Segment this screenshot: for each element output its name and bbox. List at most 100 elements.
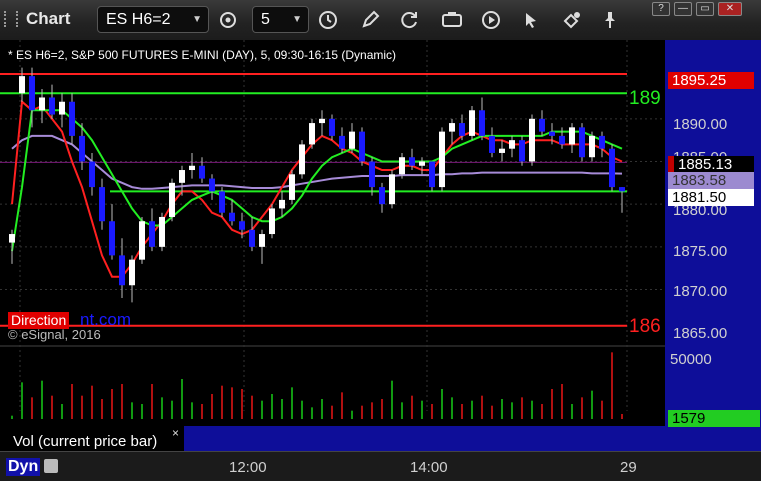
volume-bar [181,379,183,419]
volume-bar [221,385,223,419]
candle-body [469,110,475,136]
volume-bar [321,399,323,419]
candle-body [529,118,535,162]
time-tick-1400: 14:00 [410,459,448,476]
volume-bar [391,380,393,419]
candle-body [269,208,275,235]
window-title: Chart [26,9,71,28]
volume-bar [501,399,503,419]
symbol-input[interactable]: ES H6=2 ▼ [97,6,209,33]
candle-body [319,118,325,124]
time-tick-29: 29 [620,459,637,476]
candle-body [9,234,15,243]
interval-settings-icon[interactable] [216,8,240,32]
volume-bar [111,389,113,419]
volume-legend-label: Vol (current price bar) [13,433,158,450]
candle-body [539,118,545,132]
candle-body [79,135,85,162]
candle-body [169,182,175,217]
volume-bar [541,404,543,419]
interval-input[interactable]: 5 ▼ [252,6,309,33]
candle-body [199,165,205,179]
candle-body [479,110,485,136]
settings-icon[interactable] [44,459,58,473]
link-icon[interactable] [560,8,584,32]
candle-body [239,221,245,230]
volume-bar [41,380,43,419]
price-flag-red-top: 1895.25 [668,72,754,89]
volume-bar [481,395,483,419]
candle-body [369,161,375,188]
candle-body [229,212,235,222]
price-flag-red-mid: 1885.13 [668,156,754,173]
minimize-button[interactable]: — [674,2,692,16]
symbol-value: ES H6=2 [106,11,171,28]
volume-bar [261,400,263,419]
volume-bar [291,387,293,419]
volume-bar [91,385,93,419]
restore-button[interactable]: ▭ [696,2,714,16]
volume-bar [351,410,353,419]
candle-body [119,255,125,286]
chevron-down-icon[interactable]: ▼ [192,7,202,32]
volume-bar [151,384,153,419]
candle-body [409,157,415,166]
time-template-icon[interactable] [316,8,340,32]
replay-icon[interactable] [479,8,503,32]
volume-bar [371,402,373,419]
volume-bar [71,384,73,419]
time-axis-divider [0,451,761,452]
chevron-down-icon[interactable]: ▼ [292,7,302,32]
volume-bar [131,402,133,419]
candle-body [569,127,575,145]
draw-pencil-icon[interactable] [358,8,382,32]
candle-body [429,161,435,188]
volume-bar [31,397,33,419]
candle-body [339,135,345,149]
candle-body [299,144,305,175]
window-grip-icon[interactable] [4,11,18,27]
watermark-direction: Direction [8,312,70,329]
refresh-icon[interactable] [398,8,422,32]
time-axis-panel [0,452,761,481]
candle-body [249,229,255,247]
candle-body [179,170,185,183]
volume-bar [11,415,13,419]
volume-bar [421,400,423,419]
candle-body [69,101,75,136]
pin-icon[interactable] [598,8,622,32]
price-tick-1870: 1870.00 [673,283,728,300]
close-button[interactable]: ✕ [718,2,742,16]
candle-body [89,161,95,188]
dyn-label[interactable]: Dyn [6,458,41,476]
volume-bar [301,400,303,419]
volume-bar [121,384,123,419]
price-tick-1865: 1865.00 [673,325,728,342]
candle-body [29,76,35,111]
volume-bar [491,405,493,419]
candle-body [559,135,565,145]
candle-body [359,131,365,162]
volume-legend-close-icon[interactable]: × [172,426,179,440]
candle-body [579,127,585,158]
volume-bar [201,404,203,419]
volume-bar [341,392,343,419]
candle-body [259,234,265,247]
volume-bar [531,400,533,419]
help-button[interactable]: ? [652,2,670,16]
candle-body [39,97,45,111]
candle-body [159,216,165,247]
volume-bar [601,400,603,419]
candle-body [419,161,425,166]
cursor-icon[interactable] [519,8,543,32]
candle-body [139,221,145,260]
volume-bar [281,399,283,419]
candle-body [509,140,515,149]
time-tick-1200: 12:00 [229,459,267,476]
volume-bar [141,404,143,419]
chart-header: * ES H6=2, S&P 500 FUTURES E-MINI (DAY),… [8,48,397,62]
candle-body [349,131,355,149]
snapshot-icon[interactable] [440,8,464,32]
candle-body [19,76,25,94]
candle-body [609,148,615,188]
